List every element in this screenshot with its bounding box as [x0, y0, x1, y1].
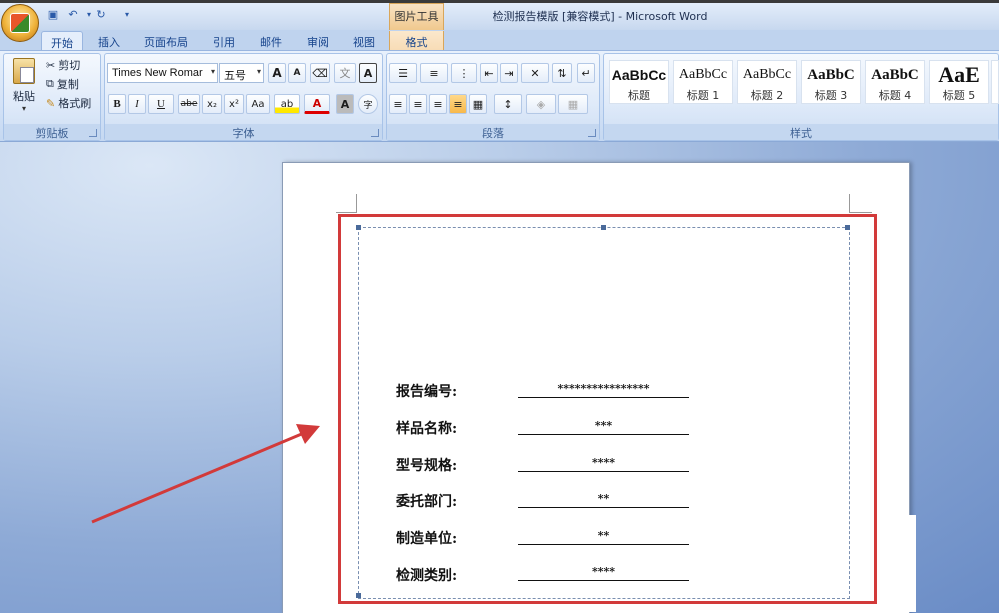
style-name: 标题 5 — [942, 89, 976, 102]
line-spacing-icon[interactable]: ↕ — [494, 94, 522, 114]
show-marks-icon[interactable]: ↵ — [577, 63, 595, 83]
style-name: 标题 1 — [686, 89, 720, 102]
style-sample: AaBbCc — [678, 67, 728, 82]
font-color-button[interactable]: A — [304, 94, 330, 114]
shrink-font-button[interactable]: A — [288, 63, 306, 83]
decrease-indent-icon[interactable]: ⇤ — [480, 63, 498, 83]
style-sample: AaBbC — [871, 67, 919, 83]
shading-icon[interactable]: ◈ — [526, 94, 556, 114]
clipboard-group-label: 剪贴板 — [4, 124, 100, 140]
align-center-icon[interactable]: ≡ — [409, 94, 427, 114]
crop-mark — [850, 212, 872, 213]
underline-button[interactable]: U — [148, 94, 174, 114]
styles-gallery-edge — [991, 60, 999, 104]
style-card-heading1[interactable]: AaBbCc 标题 1 — [673, 60, 733, 104]
cut-label: 剪切 — [58, 59, 81, 72]
tab-review[interactable]: 审阅 — [301, 31, 335, 50]
paste-dropdown-icon: ▾ — [21, 104, 26, 113]
bullets-icon[interactable]: ☰ — [389, 63, 417, 83]
borders-icon[interactable]: ▦ — [558, 94, 588, 114]
save-icon[interactable]: ▣ — [44, 6, 62, 22]
window-title: 检测报告模版 [兼容模式] - Microsoft Word — [492, 10, 708, 23]
redo-icon[interactable]: ↻ — [92, 6, 110, 22]
font-size-select[interactable]: 五号 — [219, 63, 264, 83]
office-button[interactable] — [1, 4, 39, 42]
character-shading-button[interactable]: A — [336, 94, 354, 114]
crop-mark — [356, 194, 357, 213]
style-card-heading5[interactable]: AaE 标题 5 — [929, 60, 989, 104]
tab-page-layout[interactable]: 页面布局 — [140, 31, 192, 50]
paragraph-group-label: 段落 — [387, 124, 599, 140]
styles-group-label: 样式 — [604, 124, 998, 140]
strikethrough-button[interactable]: abe — [178, 94, 200, 114]
paste-icon — [13, 58, 35, 84]
crop-mark — [849, 194, 850, 213]
style-sample: AaBbC — [807, 67, 855, 83]
copy-button[interactable]: ⧉ 复制 — [46, 76, 79, 92]
copy-label: 复制 — [56, 78, 79, 91]
picture-tools-context: 图片工具 — [389, 3, 444, 30]
font-name-select[interactable]: Times New Romar — [107, 63, 218, 83]
style-card-heading2[interactable]: AaBbCc 标题 2 — [737, 60, 797, 104]
justify-icon[interactable]: ≡ — [449, 94, 467, 114]
highlight-box — [338, 214, 877, 604]
tab-mailings[interactable]: 邮件 — [254, 31, 288, 50]
multilevel-list-icon[interactable]: ⋮ — [451, 63, 477, 83]
grow-font-button[interactable]: A — [268, 63, 286, 83]
paste-label: 粘贴 — [13, 90, 35, 103]
crop-mark — [336, 212, 356, 213]
tab-references[interactable]: 引用 — [207, 31, 241, 50]
italic-button[interactable]: I — [128, 94, 146, 114]
office-logo-icon — [10, 13, 30, 33]
sort-icon[interactable]: ⇅ — [552, 63, 572, 83]
style-name: 标题 3 — [814, 89, 848, 102]
style-name: 标题 2 — [750, 89, 784, 102]
style-sample: AaBbCc — [742, 67, 792, 82]
font-launcher-icon[interactable] — [371, 129, 379, 137]
copy-icon: ⧉ — [46, 77, 54, 90]
style-sample: AaE — [938, 62, 980, 87]
style-name: 标题 4 — [878, 89, 912, 102]
format-painter-label: 格式刷 — [58, 97, 92, 110]
increase-indent-icon[interactable]: ⇥ — [500, 63, 518, 83]
brush-icon: ✎ — [46, 96, 56, 110]
phonetic-guide-button[interactable]: 文 — [334, 63, 356, 83]
paste-button[interactable]: 粘贴 ▾ — [8, 56, 40, 116]
tab-view[interactable]: 视图 — [347, 31, 381, 50]
paragraph-launcher-icon[interactable] — [588, 129, 596, 137]
tab-insert[interactable]: 插入 — [92, 31, 126, 50]
highlight-button[interactable]: ab — [274, 94, 300, 114]
style-card-heading4[interactable]: AaBbC 标题 4 — [865, 60, 925, 104]
clipboard-launcher-icon[interactable] — [89, 129, 97, 137]
numbering-icon[interactable]: ≡ — [420, 63, 448, 83]
character-border-button[interactable]: A — [359, 63, 377, 83]
bold-button[interactable]: B — [108, 94, 126, 114]
change-case-button[interactable]: Aa — [246, 94, 270, 114]
superscript-button[interactable]: x² — [224, 94, 244, 114]
enclose-characters-button[interactable]: 字 — [358, 94, 378, 114]
format-painter-button[interactable]: ✎ 格式刷 — [46, 95, 91, 111]
watermark-patch — [878, 515, 916, 612]
align-right-icon[interactable]: ≡ — [429, 94, 447, 114]
style-card-heading3[interactable]: AaBbC 标题 3 — [801, 60, 861, 104]
subscript-button[interactable]: x₂ — [202, 94, 222, 114]
distributed-icon[interactable]: ▦ — [469, 94, 487, 114]
tab-format[interactable]: 格式 — [389, 31, 444, 50]
style-name: 标题 — [628, 89, 650, 102]
style-card-title[interactable]: AaBbCc 标题 — [609, 60, 669, 104]
customize-qat-icon[interactable]: ▾ — [118, 6, 136, 22]
scissors-icon: ✂ — [46, 58, 56, 72]
cut-button[interactable]: ✂ 剪切 — [46, 57, 80, 73]
align-left-icon[interactable]: ≡ — [389, 94, 407, 114]
style-sample: AaBbCc — [611, 67, 667, 83]
tab-home[interactable]: 开始 — [41, 31, 83, 50]
chinese-layout-icon[interactable]: ✕ — [521, 63, 549, 83]
font-group-label: 字体 — [105, 124, 382, 140]
clear-format-icon[interactable]: ⌫ — [310, 63, 330, 83]
